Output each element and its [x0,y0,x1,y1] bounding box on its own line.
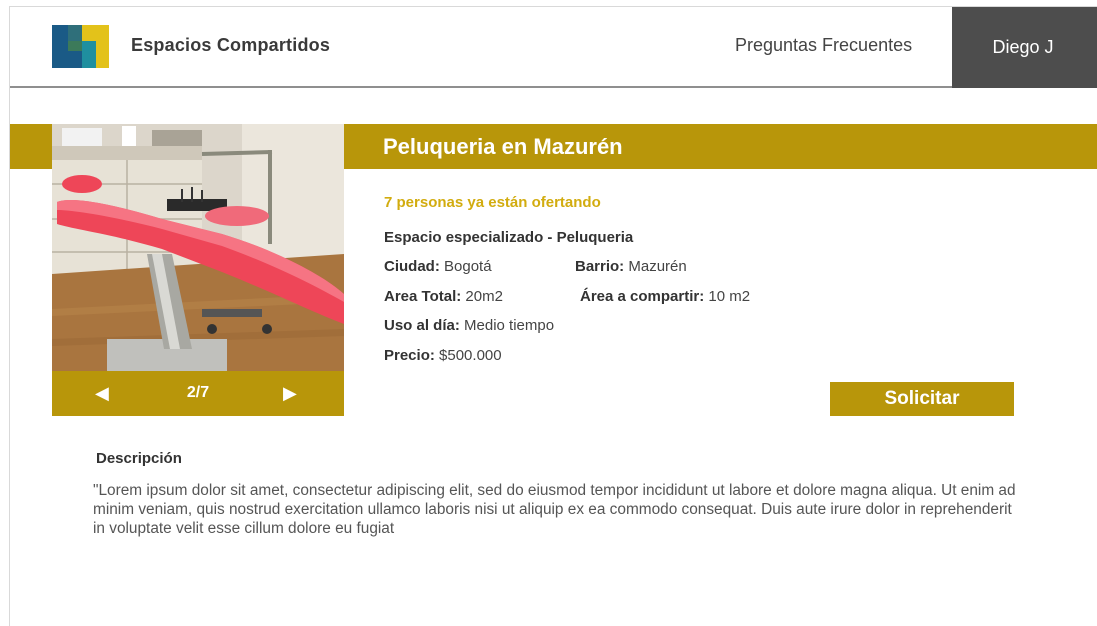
total-area-field: Area Total: 20m2 [384,288,503,305]
offering-count: 7 personas ya están ofertando [384,194,601,211]
category-text: Espacio especializado - Peluqueria [384,229,634,246]
gallery-controls: ◀ 2/7 ▶ [52,371,344,416]
total-area-label: Area Total: [384,288,462,305]
city-value: Bogotá [444,258,492,275]
neighborhood-value: Mazurén [628,258,687,275]
description-title: Descripción [96,450,182,467]
total-area-value: 20m2 [465,288,503,305]
listing-photo [52,124,344,371]
user-menu-button[interactable]: Diego J [952,7,1097,88]
price-field: Precio: $500.000 [384,347,502,364]
brand-name[interactable]: Espacios Compartidos [131,35,330,56]
gallery-counter: 2/7 [186,384,210,401]
faq-link[interactable]: Preguntas Frecuentes [735,35,912,56]
neighborhood-label: Barrio: [575,258,625,275]
brand-logo[interactable] [52,25,109,68]
daily-use-field: Uso al día: Medio tiempo [384,317,554,334]
page-frame: Espacios Compartidos Preguntas Frecuente… [9,6,1097,626]
next-arrow-icon[interactable]: ▶ [283,383,297,403]
shared-area-label: Área a compartir: [580,288,705,305]
user-name: Diego J [992,37,1054,57]
top-navbar: Espacios Compartidos Preguntas Frecuente… [10,7,1097,88]
daily-use-label: Uso al día: [384,317,460,334]
price-label: Precio: [384,347,435,364]
shared-area-field: Área a compartir: 10 m2 [580,288,750,305]
city-label: Ciudad: [384,258,440,275]
city-field: Ciudad: Bogotá [384,258,492,275]
listing-title: Peluqueria en Mazurén [383,134,623,159]
description-text: "Lorem ipsum dolor sit amet, consectetur… [93,482,1016,537]
salon-chair-image [52,124,344,371]
category-line: Espacio especializado - Peluqueria [384,229,633,246]
request-button[interactable]: Solicitar [830,382,1014,416]
shared-area-value: 10 m2 [708,288,751,305]
neighborhood-field: Barrio: Mazurén [575,258,687,275]
daily-use-value: Medio tiempo [464,317,555,334]
price-value: $500.000 [439,347,502,364]
